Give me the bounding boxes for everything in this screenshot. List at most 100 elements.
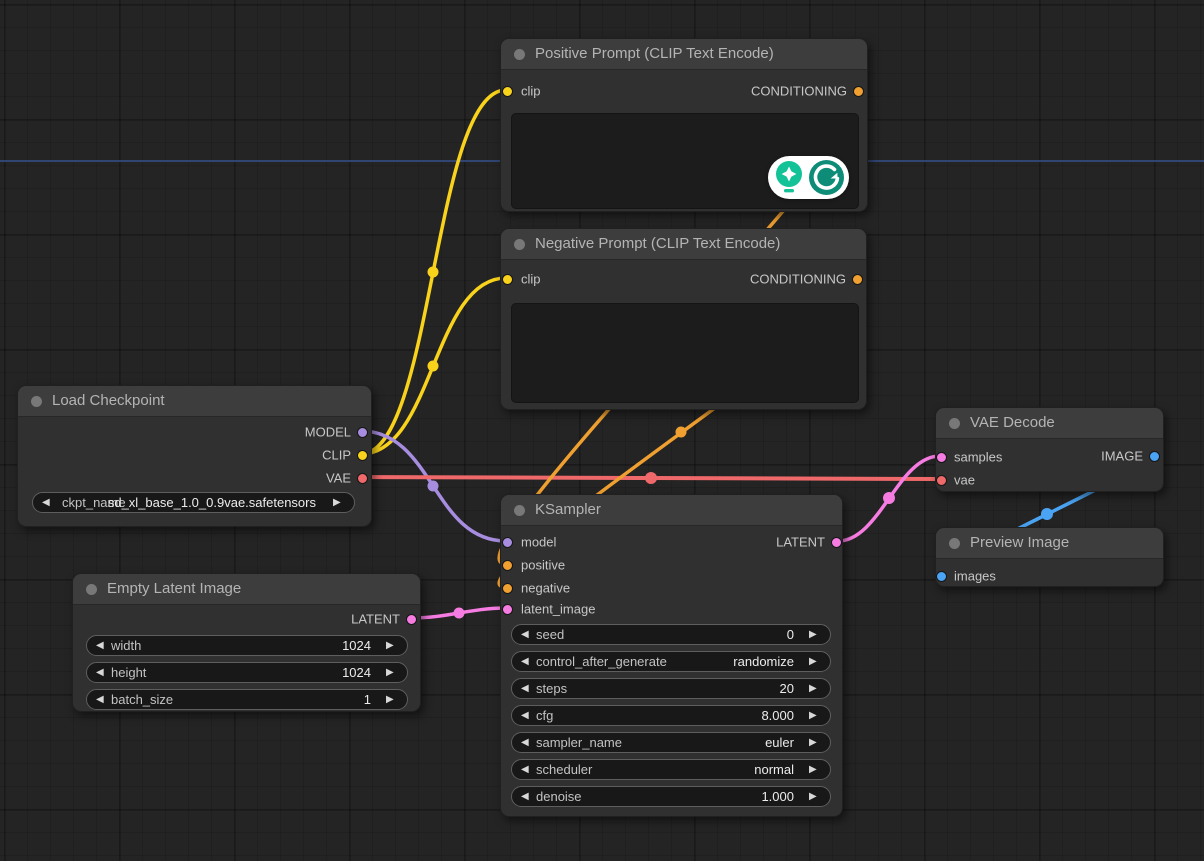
decrement-arrow-icon[interactable]: ◀: [96, 641, 108, 651]
grammarly-widget[interactable]: [768, 156, 849, 199]
increment-arrow-icon[interactable]: ▶: [809, 765, 821, 775]
node-titlebar[interactable]: Positive Prompt (CLIP Text Encode): [501, 39, 867, 70]
increment-arrow-icon[interactable]: ▶: [386, 641, 398, 651]
input-port-label: negative: [521, 581, 570, 596]
increment-arrow-icon[interactable]: ▶: [809, 657, 821, 667]
widget-denoise[interactable]: ◀ denoise 1.000 ▶: [511, 786, 831, 807]
input-port-samples[interactable]: [936, 452, 947, 463]
increment-arrow-icon[interactable]: ▶: [386, 668, 398, 678]
widget-sampler-name[interactable]: ◀ sampler_name euler ▶: [511, 732, 831, 753]
prompt-text-area[interactable]: [511, 303, 859, 403]
node-titlebar[interactable]: Negative Prompt (CLIP Text Encode): [501, 229, 866, 260]
decrement-arrow-icon[interactable]: ◀: [96, 668, 108, 678]
increment-arrow-icon[interactable]: ▶: [809, 684, 821, 694]
output-port-latent[interactable]: [831, 537, 842, 548]
node-title: Negative Prompt (CLIP Text Encode): [535, 229, 780, 259]
collapse-dot-icon[interactable]: [514, 505, 525, 516]
widget-value: 0: [787, 627, 794, 642]
node-title: VAE Decode: [970, 408, 1055, 438]
node-negative-prompt[interactable]: Negative Prompt (CLIP Text Encode) clip …: [500, 228, 867, 410]
decrement-arrow-icon[interactable]: ◀: [96, 695, 108, 705]
input-port-images[interactable]: [936, 571, 947, 582]
node-title: Positive Prompt (CLIP Text Encode): [535, 39, 774, 69]
widget-label: seed: [536, 627, 564, 642]
node-positive-prompt[interactable]: Positive Prompt (CLIP Text Encode) clip …: [500, 38, 868, 212]
widget-label: batch_size: [111, 692, 173, 707]
widget-value: sd_xl_base_1.0_0.9vae.safetensors: [108, 495, 316, 510]
grammarly-logo-icon[interactable]: [808, 159, 845, 196]
wire-midpoint-dot: [883, 492, 895, 504]
output-port-conditioning[interactable]: [852, 274, 863, 285]
output-port-label: IMAGE: [1101, 449, 1143, 464]
grammarly-suggestions-icon[interactable]: [773, 159, 805, 196]
output-port-model[interactable]: [357, 427, 368, 438]
node-titlebar[interactable]: Preview Image: [936, 528, 1163, 559]
widget-value: 1024: [342, 665, 371, 680]
node-titlebar[interactable]: KSampler: [501, 495, 842, 526]
collapse-dot-icon[interactable]: [949, 418, 960, 429]
decrement-arrow-icon[interactable]: ◀: [521, 792, 533, 802]
increment-arrow-icon[interactable]: ▶: [809, 630, 821, 640]
decrement-arrow-icon[interactable]: ◀: [521, 684, 533, 694]
collapse-dot-icon[interactable]: [514, 239, 525, 250]
node-graph-canvas[interactable]: Positive Prompt (CLIP Text Encode) clip …: [0, 0, 1204, 861]
wire-midpoint-dot: [1041, 508, 1053, 520]
widget-ckpt-name[interactable]: ◀ ckpt_name sd_xl_base_1.0_0.9vae.safete…: [32, 492, 355, 513]
widget-label: denoise: [536, 789, 582, 804]
input-port-vae[interactable]: [936, 475, 947, 486]
input-port-positive[interactable]: [502, 560, 513, 571]
increment-arrow-icon[interactable]: ▶: [386, 695, 398, 705]
increment-arrow-icon[interactable]: ▶: [333, 498, 345, 508]
widget-width[interactable]: ◀ width 1024 ▶: [86, 635, 408, 656]
collapse-dot-icon[interactable]: [514, 49, 525, 60]
wire-midpoint-dot: [428, 481, 439, 492]
collapse-dot-icon[interactable]: [86, 584, 97, 595]
wire-midpoint-dot: [676, 427, 687, 438]
output-port-vae[interactable]: [357, 473, 368, 484]
output-port-image[interactable]: [1149, 451, 1160, 462]
input-port-model[interactable]: [502, 537, 513, 548]
node-title: Load Checkpoint: [52, 386, 165, 416]
decrement-arrow-icon[interactable]: ◀: [42, 498, 54, 508]
widget-control-after-generate[interactable]: ◀ control_after_generate randomize ▶: [511, 651, 831, 672]
widget-value: 20: [780, 681, 794, 696]
input-port-label: vae: [954, 473, 975, 488]
widget-seed[interactable]: ◀ seed 0 ▶: [511, 624, 831, 645]
node-empty-latent-image[interactable]: Empty Latent Image LATENT ◀ width 1024 ▶…: [72, 573, 421, 712]
input-port-clip[interactable]: [502, 86, 513, 97]
node-vae-decode[interactable]: VAE Decode samples vae IMAGE: [935, 407, 1164, 492]
widget-value: 1024: [342, 638, 371, 653]
output-port-label: MODEL: [305, 425, 351, 440]
decrement-arrow-icon[interactable]: ◀: [521, 765, 533, 775]
output-port-latent[interactable]: [406, 614, 417, 625]
widget-cfg[interactable]: ◀ cfg 8.000 ▶: [511, 705, 831, 726]
output-port-conditioning[interactable]: [853, 86, 864, 97]
decrement-arrow-icon[interactable]: ◀: [521, 630, 533, 640]
collapse-dot-icon[interactable]: [949, 538, 960, 549]
widget-scheduler[interactable]: ◀ scheduler normal ▶: [511, 759, 831, 780]
decrement-arrow-icon[interactable]: ◀: [521, 711, 533, 721]
widget-value: normal: [754, 762, 794, 777]
node-preview-image[interactable]: Preview Image images: [935, 527, 1164, 587]
node-ksampler[interactable]: KSampler model positive negative latent_…: [500, 494, 843, 817]
widget-steps[interactable]: ◀ steps 20 ▶: [511, 678, 831, 699]
input-port-negative[interactable]: [502, 583, 513, 594]
node-titlebar[interactable]: VAE Decode: [936, 408, 1163, 439]
decrement-arrow-icon[interactable]: ◀: [521, 657, 533, 667]
node-titlebar[interactable]: Load Checkpoint: [18, 386, 371, 417]
node-load-checkpoint[interactable]: Load Checkpoint MODEL CLIP VAE ◀ ckpt_na…: [17, 385, 372, 527]
widget-label: scheduler: [536, 762, 592, 777]
widget-height[interactable]: ◀ height 1024 ▶: [86, 662, 408, 683]
increment-arrow-icon[interactable]: ▶: [809, 792, 821, 802]
widget-value: 8.000: [761, 708, 794, 723]
input-port-latent-image[interactable]: [502, 604, 513, 615]
wire-midpoint-dot: [454, 608, 465, 619]
output-port-clip[interactable]: [357, 450, 368, 461]
input-port-clip[interactable]: [502, 274, 513, 285]
collapse-dot-icon[interactable]: [31, 396, 42, 407]
node-titlebar[interactable]: Empty Latent Image: [73, 574, 420, 605]
widget-batch-size[interactable]: ◀ batch_size 1 ▶: [86, 689, 408, 710]
increment-arrow-icon[interactable]: ▶: [809, 738, 821, 748]
increment-arrow-icon[interactable]: ▶: [809, 711, 821, 721]
decrement-arrow-icon[interactable]: ◀: [521, 738, 533, 748]
